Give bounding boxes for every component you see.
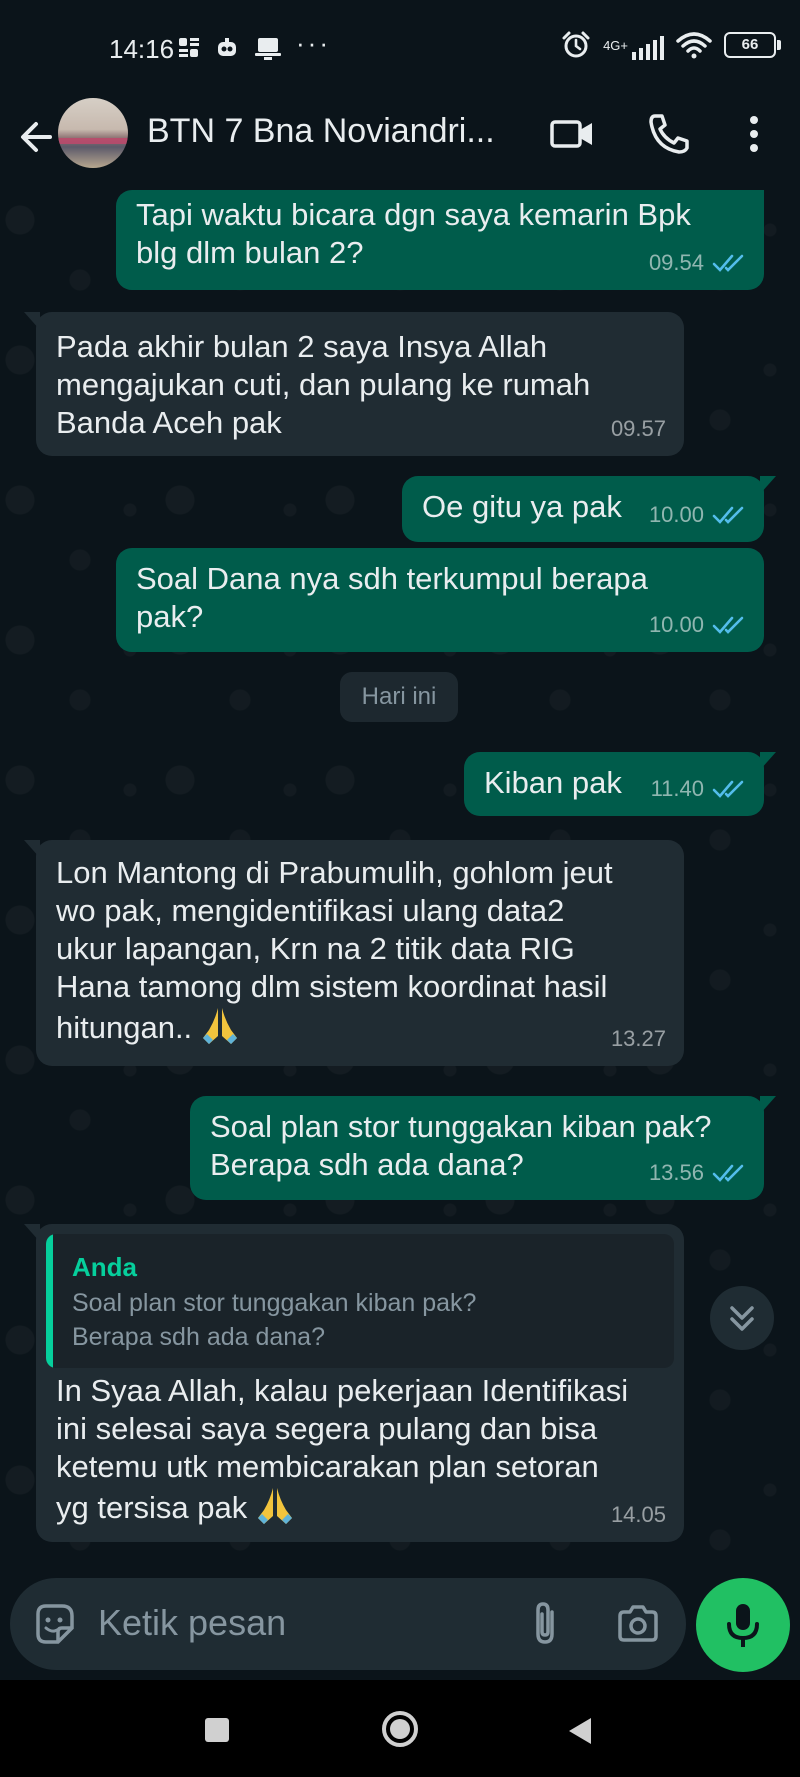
read-receipt-icon [712,616,744,634]
message-bubble-outgoing[interactable]: Soal plan stor tunggakan kiban pak? Bera… [190,1096,776,1200]
contact-name[interactable]: BTN 7 Bna Noviandri... [147,112,495,151]
message-list[interactable]: Tapi waktu bicara dgn saya kemarin Bpk b… [0,190,800,1580]
bubble-tail [760,1096,776,1114]
message-text: In Syaa Allah, kalau pekerjaan Identifik… [56,1373,629,1525]
praying-hands-icon [202,1008,237,1044]
bubble-tail [24,1224,40,1242]
system-back-button[interactable] [565,1716,595,1746]
read-receipt-icon [712,1164,744,1182]
bubble-tail [24,840,40,858]
battery-icon: 66 [724,32,781,58]
status-overflow-dots: ··· [296,28,331,58]
message-time: 13.27 [610,1026,666,1051]
chat-header: BTN 7 Bna Noviandri... [0,90,800,190]
network-type: 4G+ [603,38,628,53]
message-text: Lon Mantong di Prabumulih, gohlom jeut w… [56,855,613,1045]
message-bubble-incoming[interactable]: Lon Mantong di Prabumulih, gohlom jeut w… [24,840,684,1066]
laptop-icon [255,38,281,60]
home-button[interactable] [381,1710,419,1748]
message-time: 14.05 [610,1502,666,1527]
robot-icon [218,38,236,56]
message-time: 10.00 [648,502,704,527]
quoted-message[interactable]: Anda Soal plan stor tunggakan kiban pak?… [46,1234,674,1368]
status-time: 14:16 [109,34,175,64]
double-chevron-down-icon [730,1306,754,1331]
message-bubble-outgoing[interactable]: Tapi waktu bicara dgn saya kemarin Bpk b… [116,190,764,290]
read-receipt-icon [712,506,744,524]
signal-icon: 4G+ [603,30,664,60]
message-bubble-incoming[interactable]: Pada akhir bulan 2 saya Insya Allah meng… [24,312,684,456]
read-receipt-icon [712,254,744,272]
more-vertical-icon[interactable] [730,110,778,158]
status-system-icons: 4G+ 66 [561,30,781,60]
praying-hands-icon [257,1488,292,1524]
alarm-icon [562,31,590,58]
camera-icon[interactable] [614,1600,662,1648]
bubble-tail [24,312,40,330]
mic-button[interactable] [696,1578,790,1672]
message-bubble-outgoing[interactable]: Oe gitu ya pak 10.00 [402,476,776,542]
message-bubble-outgoing[interactable]: Kiban pak 11.40 [464,752,776,816]
bubble-tail [760,476,776,494]
message-time: 09.57 [610,416,666,441]
recent-apps-button[interactable] [205,1718,229,1742]
system-navigation-bar [0,1680,800,1777]
message-time: 10.00 [648,612,704,637]
message-bubble-outgoing[interactable]: Soal Dana nya sdh terkumpul berapa pak? … [116,548,764,652]
message-text: Pada akhir bulan 2 saya Insya Allah meng… [56,329,591,440]
message-input[interactable]: Ketik pesan [98,1602,286,1644]
message-composer: Ketik pesan [10,1578,686,1670]
read-receipt-icon [712,780,744,798]
message-time: 11.40 [650,776,704,801]
phone-icon[interactable] [645,110,693,158]
bubble-tail [760,752,776,770]
scroll-to-bottom-button[interactable] [710,1286,774,1350]
message-time: 09.54 [648,250,704,275]
message-bubble-incoming-reply[interactable]: Anda Soal plan stor tunggakan kiban pak?… [24,1224,684,1542]
attach-icon[interactable] [522,1598,570,1650]
battery-level: 66 [741,36,759,53]
quote-accent-bar [46,1234,53,1368]
date-separator: Hari ini [340,672,458,722]
wifi-icon [676,32,712,59]
contact-avatar[interactable] [58,98,128,168]
quote-author: Anda [72,1252,137,1282]
quote-text: Soal plan stor tunggakan kiban pak? Bera… [72,1289,477,1351]
message-time: 13.56 [648,1160,704,1185]
status-bar: 14:16 ··· 4G+ 66 [0,0,800,90]
video-call-icon[interactable] [548,110,596,158]
grid-icon [179,38,199,57]
back-arrow-icon[interactable] [14,114,60,160]
mic-icon [727,1604,759,1647]
sticker-icon[interactable] [30,1600,78,1648]
status-notification-icons [178,36,282,60]
